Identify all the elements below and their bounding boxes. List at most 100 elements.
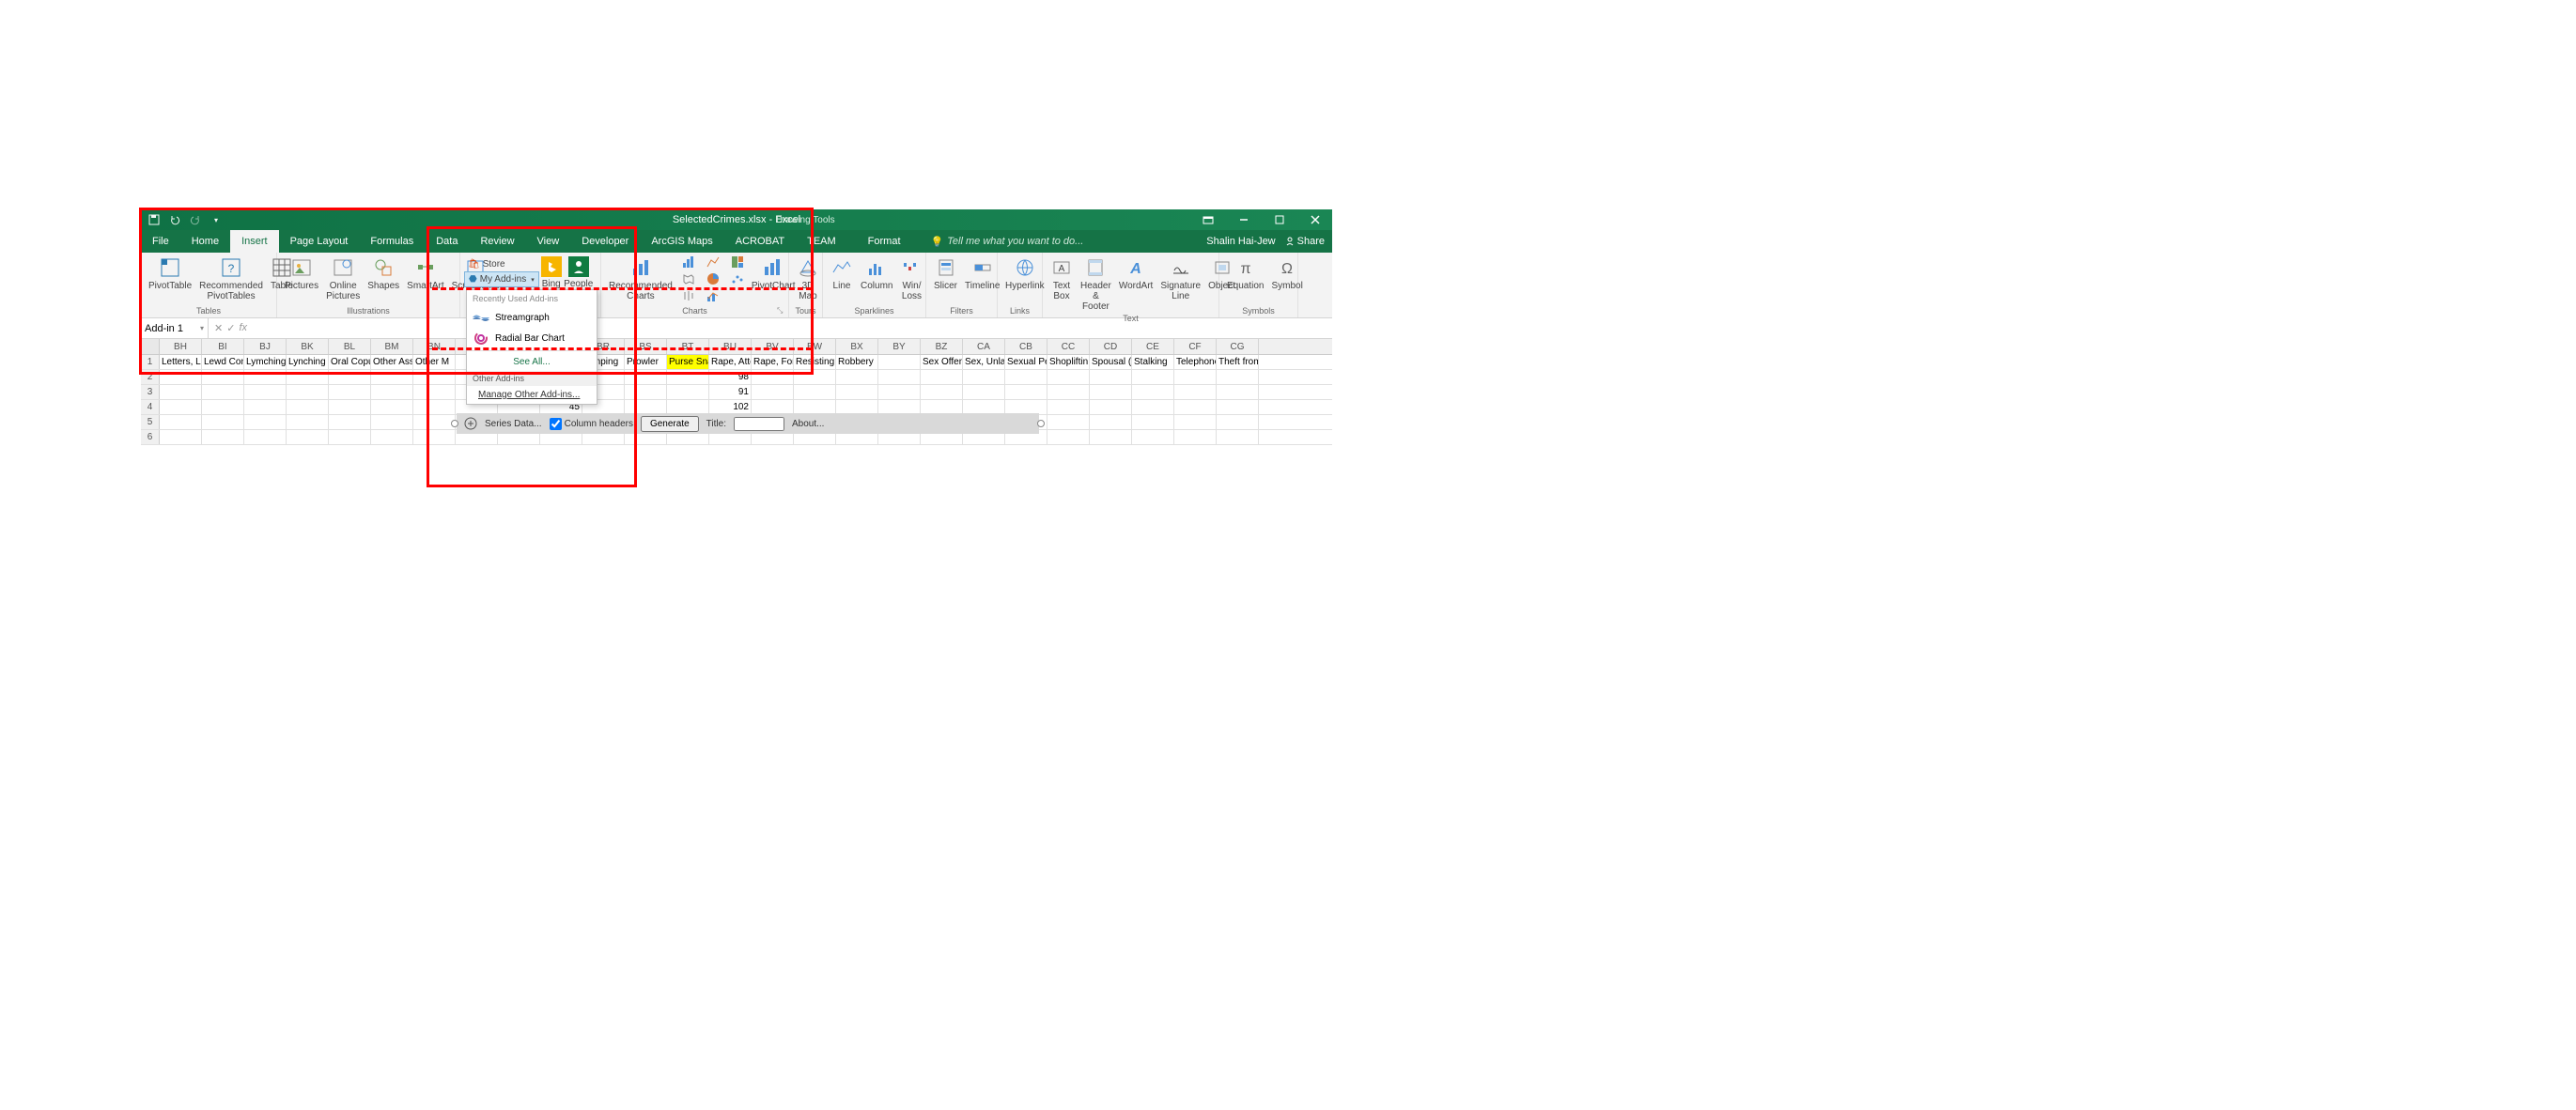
row-header[interactable]: 2 xyxy=(141,370,160,384)
cell[interactable] xyxy=(287,385,329,399)
cell[interactable] xyxy=(1174,430,1217,444)
undo-icon[interactable] xyxy=(167,212,182,227)
cell[interactable]: Sexual Pe xyxy=(1005,355,1047,369)
cell[interactable] xyxy=(921,400,963,414)
cell[interactable] xyxy=(244,385,287,399)
tab-file[interactable]: File xyxy=(141,230,180,253)
cell[interactable] xyxy=(794,385,836,399)
cell[interactable]: Theft from xyxy=(1217,355,1259,369)
cell[interactable] xyxy=(160,385,202,399)
cell[interactable] xyxy=(329,370,371,384)
cell[interactable] xyxy=(160,415,202,429)
tab-page-layout[interactable]: Page Layout xyxy=(279,230,360,253)
cell[interactable]: Stalking xyxy=(1132,355,1174,369)
name-box-input[interactable] xyxy=(145,323,192,334)
cell[interactable] xyxy=(1047,400,1090,414)
minimize-button[interactable] xyxy=(1227,209,1261,230)
chart-line-button[interactable] xyxy=(703,254,723,270)
column-headers-checkbox[interactable]: Column headers xyxy=(550,418,633,430)
generate-button[interactable]: Generate xyxy=(641,416,699,432)
addin-item-streamgraph[interactable]: Streamgraph xyxy=(467,307,597,328)
circle-plus-icon[interactable] xyxy=(464,417,477,430)
row-header[interactable]: 1 xyxy=(141,355,160,369)
cell[interactable]: Letters, Le xyxy=(160,355,202,369)
cell[interactable] xyxy=(878,400,921,414)
slicer-button[interactable]: Slicer xyxy=(930,254,961,293)
cell[interactable] xyxy=(329,385,371,399)
pictures-button[interactable]: Pictures xyxy=(281,254,322,293)
cell[interactable] xyxy=(287,415,329,429)
store-button[interactable]: 🛍Store xyxy=(464,258,539,270)
row-header[interactable]: 3 xyxy=(141,385,160,399)
tab-view[interactable]: View xyxy=(526,230,571,253)
cell[interactable]: Shopliftin xyxy=(1047,355,1090,369)
cell[interactable]: Oral Copu xyxy=(329,355,371,369)
column-header[interactable]: BX xyxy=(836,339,878,354)
cell[interactable] xyxy=(1047,415,1090,429)
wordart-button[interactable]: AWordArt xyxy=(1115,254,1157,293)
column-header[interactable]: BK xyxy=(287,339,329,354)
column-header[interactable]: CC xyxy=(1047,339,1090,354)
ribbon-display-icon[interactable] xyxy=(1191,209,1225,230)
cell[interactable] xyxy=(752,400,794,414)
cell[interactable]: Purse Sna xyxy=(667,355,709,369)
cell[interactable]: Telephone xyxy=(1174,355,1217,369)
equation-button[interactable]: πEquation xyxy=(1223,254,1267,293)
cell[interactable] xyxy=(329,415,371,429)
cell[interactable]: Rape, Atte xyxy=(709,355,752,369)
column-header[interactable]: BI xyxy=(202,339,244,354)
recommended-charts-button[interactable]: RecommendedCharts xyxy=(605,254,676,303)
cell[interactable]: Lymching xyxy=(244,355,287,369)
cell[interactable]: Rape, Forc xyxy=(752,355,794,369)
column-header[interactable]: CB xyxy=(1005,339,1047,354)
cell[interactable] xyxy=(1174,370,1217,384)
cell[interactable] xyxy=(1132,400,1174,414)
cell[interactable] xyxy=(836,385,878,399)
cell[interactable] xyxy=(921,370,963,384)
cell[interactable] xyxy=(1174,415,1217,429)
tab-arcgis-maps[interactable]: ArcGIS Maps xyxy=(640,230,723,253)
cell[interactable] xyxy=(1090,370,1132,384)
resize-handle-left[interactable] xyxy=(451,420,458,427)
cell[interactable]: Lynching - xyxy=(287,355,329,369)
tab-team[interactable]: TEAM xyxy=(796,230,847,253)
column-header[interactable]: BW xyxy=(794,339,836,354)
share-button[interactable]: Share xyxy=(1285,236,1325,247)
worksheet-grid[interactable]: BHBIBJBKBLBMBNBOBPBQBRBSBTBUBVBWBXBYBZCA… xyxy=(141,339,1332,445)
cell[interactable] xyxy=(1005,385,1047,399)
cell[interactable] xyxy=(878,370,921,384)
sparkline-column-button[interactable]: Column xyxy=(857,254,896,293)
cell[interactable] xyxy=(625,370,667,384)
cell[interactable] xyxy=(1132,385,1174,399)
column-header[interactable]: BZ xyxy=(921,339,963,354)
tab-insert[interactable]: Insert xyxy=(230,230,279,253)
cell[interactable] xyxy=(1217,415,1259,429)
cell[interactable] xyxy=(1005,400,1047,414)
cell[interactable] xyxy=(244,400,287,414)
cell[interactable] xyxy=(836,400,878,414)
tab-developer[interactable]: Developer xyxy=(570,230,640,253)
cell[interactable] xyxy=(1090,415,1132,429)
cell[interactable] xyxy=(287,400,329,414)
cell[interactable] xyxy=(413,400,456,414)
maximize-button[interactable] xyxy=(1263,209,1296,230)
row-header[interactable]: 4 xyxy=(141,400,160,414)
qat-customize-icon[interactable]: ▾ xyxy=(209,212,224,227)
header-footer-button[interactable]: Header& Footer xyxy=(1077,254,1115,314)
addin-item-radial-bar[interactable]: Radial Bar Chart xyxy=(467,328,597,348)
cell[interactable]: Lewd Con xyxy=(202,355,244,369)
account-name[interactable]: Shalin Hai-Jew xyxy=(1206,236,1275,247)
column-header[interactable]: BS xyxy=(625,339,667,354)
cell[interactable] xyxy=(1217,370,1259,384)
fx-icon[interactable]: fx xyxy=(239,322,247,334)
column-header[interactable]: CE xyxy=(1132,339,1174,354)
tab-formulas[interactable]: Formulas xyxy=(359,230,425,253)
column-header[interactable]: CG xyxy=(1217,339,1259,354)
cell[interactable] xyxy=(160,370,202,384)
shapes-button[interactable]: Shapes xyxy=(364,254,403,293)
column-header[interactable]: BH xyxy=(160,339,202,354)
save-icon[interactable] xyxy=(147,212,162,227)
cell[interactable]: Other M xyxy=(413,355,456,369)
cell[interactable]: Spousal (C xyxy=(1090,355,1132,369)
cell[interactable] xyxy=(371,415,413,429)
